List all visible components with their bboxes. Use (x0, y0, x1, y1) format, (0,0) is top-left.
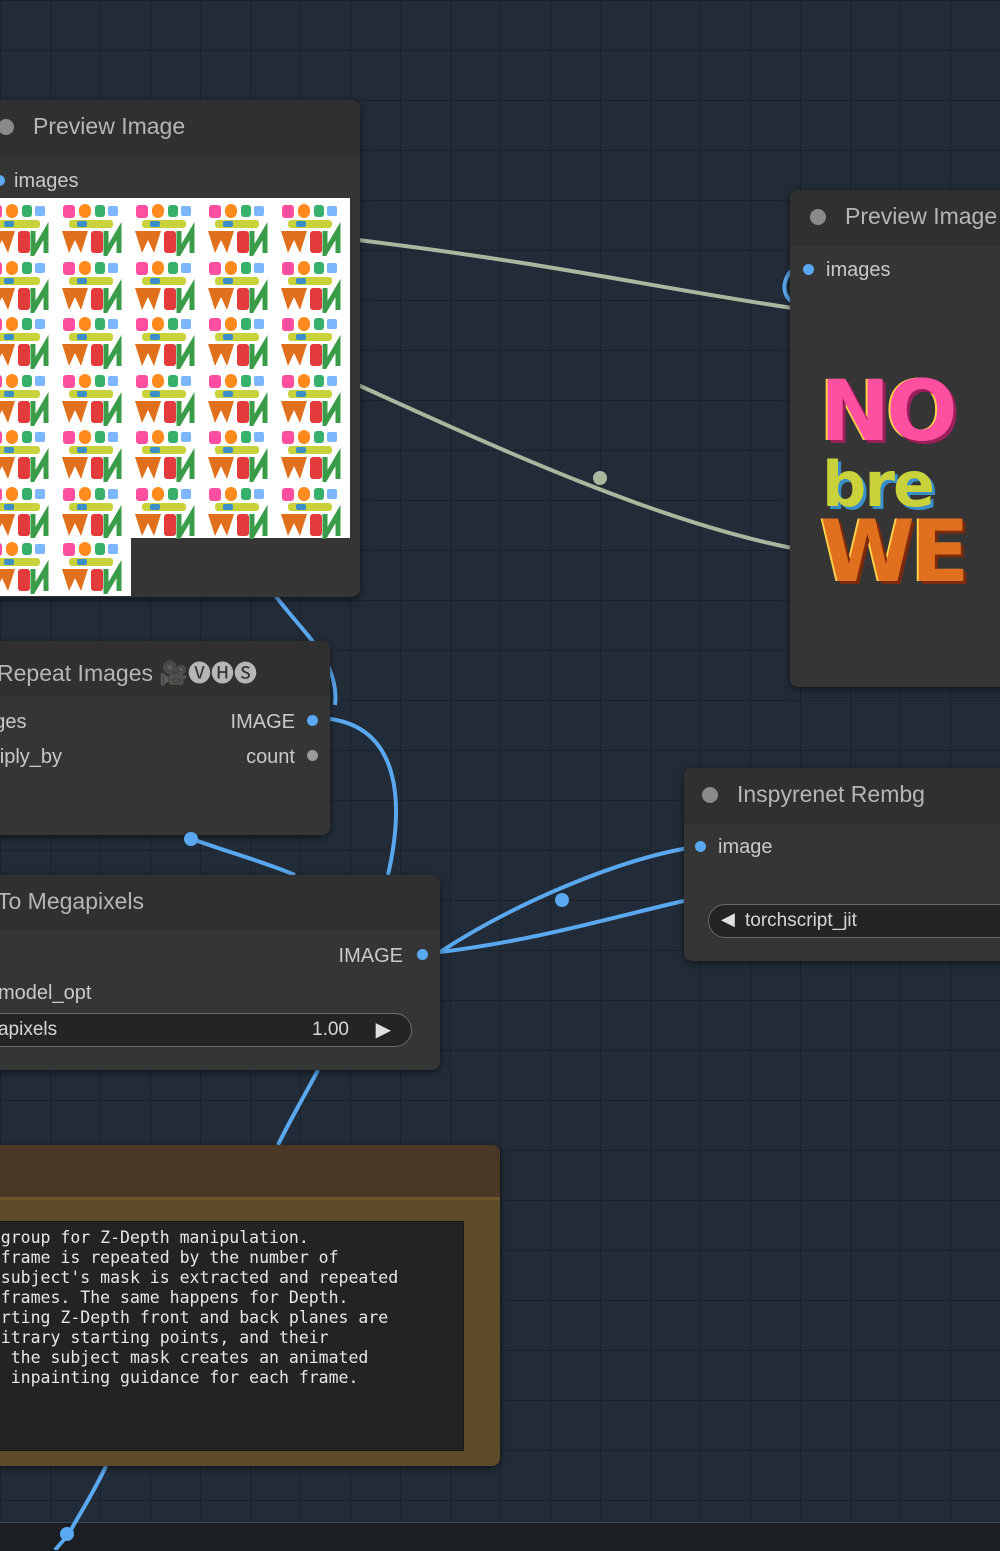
widget-value: torchscript_jit (745, 910, 857, 931)
link-repeat-out-to-megapixels (319, 716, 398, 876)
repeat-images-node[interactable]: Repeat Images 🎥🅥🅗🅢 images multiply_by IM… (0, 641, 330, 835)
link-repeat-bottom (189, 836, 296, 877)
note-line: starting Z-Depth front and back planes a… (0, 1308, 389, 1327)
note-textarea[interactable]: in group for Z-Depth manipulation. le fr… (0, 1221, 464, 1451)
widget-value: 1.00 (312, 1019, 349, 1040)
preview-image: NO bre WE (820, 362, 1000, 602)
note-line: arbitrary starting points, and their (0, 1328, 329, 1347)
image-thumbnail (130, 428, 198, 489)
node-title: To Megapixels (0, 888, 145, 914)
note-line: ith the subject mask creates an animated (0, 1348, 369, 1367)
collapse-dot[interactable] (702, 787, 718, 803)
decrement-arrow-icon[interactable]: ◀ (721, 909, 735, 930)
input-label-model-opt: model_opt (0, 982, 92, 1004)
image-thumbnail (203, 428, 271, 489)
node-title-bar[interactable]: Repeat Images 🎥🅥🅗🅢 (0, 641, 330, 696)
input-slot-dot[interactable] (0, 175, 5, 186)
to-megapixels-node[interactable]: To Megapixels IMAGE model_opt megapixels… (0, 875, 440, 1070)
node-title-bar[interactable]: Preview Image (0, 100, 360, 155)
node-title: Repeat Images 🎥🅥🅗🅢 (0, 660, 258, 686)
note-text: in group for Z-Depth manipulation. le fr… (0, 1228, 398, 1388)
node-title: Inspyrenet Rembg (737, 781, 925, 807)
image-thumbnail (130, 372, 198, 432)
image-thumbnail (276, 259, 344, 319)
output-label-image: IMAGE (338, 945, 403, 967)
link-megapixels-to-rembg-b (439, 898, 689, 954)
output-slot-dot[interactable] (307, 715, 318, 726)
preview-text-line-1: NO (820, 362, 958, 460)
node-title: Preview Image (33, 113, 186, 139)
note-line: as inpainting guidance for each frame. (0, 1368, 359, 1387)
output-label-image: IMAGE (230, 711, 295, 733)
image-thumbnail (57, 540, 125, 597)
inspyrenet-rembg-node[interactable]: Inspyrenet Rembg image ◀ torchscript_jit (684, 768, 1000, 961)
image-thumbnail (0, 540, 52, 597)
link-reroute-dot[interactable] (60, 1527, 74, 1541)
note-line: of frames. The same happens for Depth. (0, 1288, 349, 1307)
image-thumbnail (276, 485, 344, 545)
input-label-images: images (14, 170, 79, 192)
link-preview-to-preview (357, 238, 793, 310)
node-title-bar[interactable]: To Megapixels (0, 875, 440, 930)
image-thumbnail (57, 372, 125, 432)
image-thumbnail (203, 485, 271, 545)
output-slot-dot[interactable] (307, 750, 318, 761)
note-line: le frame is repeated by the number of (0, 1248, 339, 1267)
link-reroute-dot[interactable] (184, 832, 198, 846)
input-label-image: image (718, 836, 773, 858)
link-reroute-dot[interactable] (555, 893, 569, 907)
node-title: Preview Image (845, 203, 998, 229)
image-thumbnail (0, 485, 52, 545)
input-label-images: images (0, 711, 27, 733)
output-slot-dot[interactable] (417, 949, 428, 960)
image-thumbnail (203, 315, 271, 376)
input-label-multiply-by: multiply_by (0, 746, 63, 768)
preview-text-line-3: WE (820, 502, 970, 602)
image-thumbnail (130, 259, 198, 319)
image-thumbnail (57, 315, 125, 376)
output-label-count: count (246, 746, 295, 768)
link-megapixels-down (276, 1069, 320, 1146)
image-thumbnail (57, 485, 125, 545)
image-thumbnail (0, 315, 52, 376)
note-title-bar[interactable] (0, 1145, 500, 1200)
collapse-dot[interactable] (0, 119, 14, 135)
preview-image-node[interactable]: Preview Image images (0, 100, 360, 597)
image-thumbnail (203, 259, 271, 319)
image-thumbnail (57, 202, 125, 263)
image-thumbnail (276, 315, 344, 376)
note-line: in group for Z-Depth manipulation. (0, 1228, 309, 1247)
input-label-images: images (826, 259, 891, 281)
image-thumbnail (57, 428, 125, 489)
widget-label: megapixels (0, 1019, 58, 1040)
image-thumbnail (0, 372, 52, 432)
image-thumbnail (0, 428, 52, 489)
image-batch-grid-lastrow (0, 538, 131, 597)
torchscript-combo-widget[interactable]: ◀ torchscript_jit (708, 904, 1000, 938)
image-thumbnail (0, 259, 52, 319)
note-node[interactable]: in group for Z-Depth manipulation. le fr… (0, 1145, 500, 1466)
input-slot-dot[interactable] (803, 264, 814, 275)
image-thumbnail (276, 372, 344, 432)
image-thumbnail (203, 372, 271, 432)
collapse-dot[interactable] (810, 209, 826, 225)
image-thumbnail (130, 315, 198, 376)
image-batch-grid (0, 198, 350, 545)
link-preview-to-preview-2 (357, 383, 793, 550)
input-slot-dot[interactable] (695, 841, 706, 852)
image-thumbnail (276, 202, 344, 263)
image-thumbnail (276, 428, 344, 489)
node-title-bar[interactable]: Preview Image (790, 190, 1000, 245)
note-line: he subject's mask is extracted and repea… (0, 1268, 399, 1287)
increment-arrow-icon[interactable]: ▶ (376, 1017, 391, 1042)
image-thumbnail (130, 202, 198, 263)
image-thumbnail (130, 485, 198, 545)
image-thumbnail (0, 202, 52, 263)
link-reroute-dot[interactable] (593, 471, 607, 485)
megapixels-number-widget[interactable]: megapixels 1.00 ▶ (0, 1013, 412, 1047)
image-thumbnail (57, 259, 125, 319)
preview-image-node[interactable]: Preview Image images NO bre WE (790, 190, 1000, 687)
image-thumbnail (203, 202, 271, 263)
node-title-bar[interactable]: Inspyrenet Rembg (684, 768, 1000, 823)
